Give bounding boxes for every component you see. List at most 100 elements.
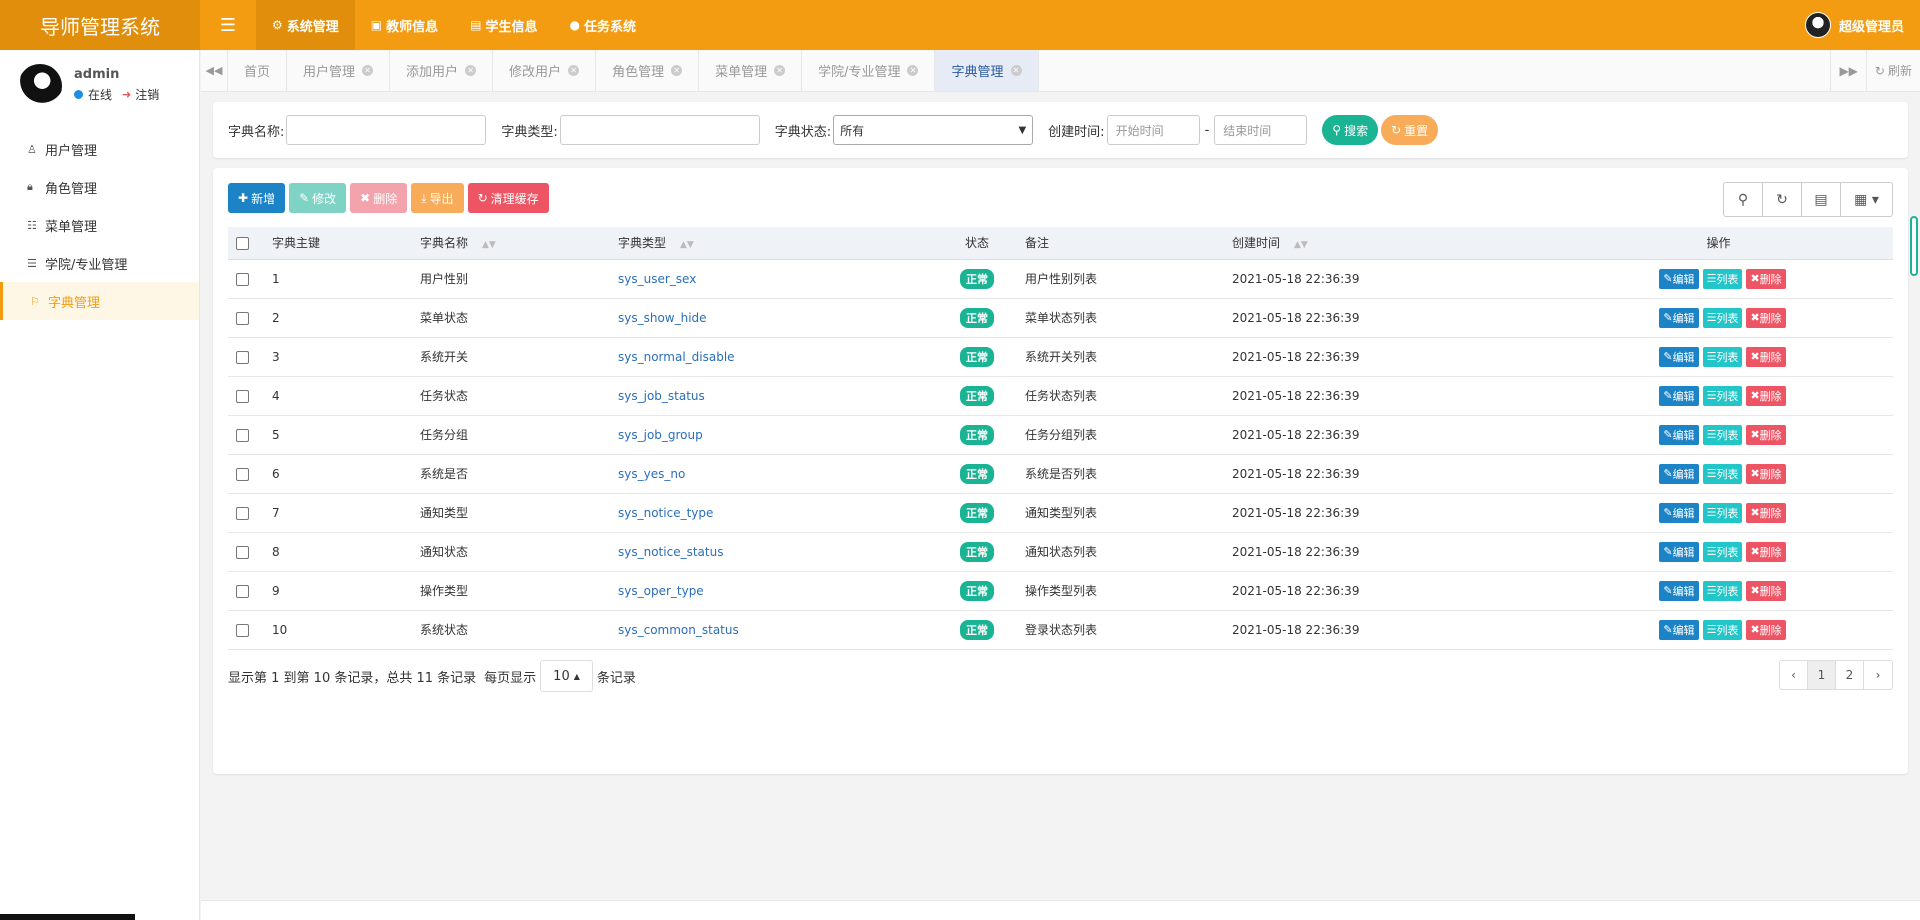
cell-type-link[interactable]: sys_yes_no bbox=[610, 454, 937, 493]
table-row[interactable]: 3 系统开关 sys_normal_disable 正常 系统开关列表 2021-05-1… bbox=[228, 337, 1893, 376]
tab-edit-user[interactable]: 修改用户 ✕ bbox=[493, 50, 597, 91]
row-edit-button[interactable]: ✎ 编辑 bbox=[1659, 580, 1699, 601]
row-delete-button[interactable]: ✖ 删除 bbox=[1746, 385, 1786, 406]
logout-icon[interactable]: ➜ bbox=[122, 88, 131, 101]
col-id[interactable]: 字典主键 bbox=[264, 227, 412, 260]
close-icon[interactable]: ✕ bbox=[362, 65, 374, 76]
row-list-button[interactable]: ☰ 列表 bbox=[1702, 619, 1743, 640]
col-create-time[interactable]: 创建时间 ▲▼ bbox=[1224, 227, 1544, 260]
tab-user-mgmt[interactable]: 用户管理 ✕ bbox=[287, 50, 391, 91]
table-row[interactable]: 1 用户性别 sys_user_sex 正常 用户性别列表 2021-05-18 22:3… bbox=[228, 259, 1893, 298]
scroll-indicator[interactable] bbox=[1910, 216, 1918, 276]
close-icon[interactable]: ✕ bbox=[568, 65, 580, 76]
row-checkbox[interactable] bbox=[236, 584, 249, 598]
row-list-button[interactable]: ☰ 列表 bbox=[1702, 424, 1743, 445]
row-checkbox[interactable] bbox=[236, 545, 249, 559]
top-user-menu[interactable]: 超级管理员 bbox=[1804, 12, 1920, 38]
table-row[interactable]: 10 系统状态 sys_common_status 正常 登录状态列表 2021-05-1… bbox=[228, 610, 1893, 649]
tab-dict-mgmt[interactable]: 字典管理 ✕ bbox=[935, 50, 1039, 91]
cell-type-link[interactable]: sys_job_status bbox=[610, 376, 937, 415]
row-checkbox[interactable] bbox=[236, 506, 249, 520]
refresh-button[interactable]: ↻ 刷新 bbox=[1865, 50, 1920, 91]
row-list-button[interactable]: ☰ 列表 bbox=[1702, 307, 1743, 328]
table-row[interactable]: 8 通知状态 sys_notice_status 正常 通知状态列表 2021-05-18… bbox=[228, 532, 1893, 571]
delete-button[interactable]: ✖ 删除 bbox=[350, 183, 408, 213]
page-2[interactable]: 2 bbox=[1836, 661, 1864, 689]
row-list-button[interactable]: ☰ 列表 bbox=[1702, 541, 1743, 562]
sidebar-item-menus[interactable]: ☷ 菜单管理 bbox=[0, 206, 199, 244]
end-time-input[interactable]: 结束时间 bbox=[1214, 115, 1308, 145]
close-icon[interactable]: ✕ bbox=[907, 65, 919, 76]
row-list-button[interactable]: ☰ 列表 bbox=[1702, 268, 1743, 289]
cell-type-link[interactable]: sys_oper_type bbox=[610, 571, 937, 610]
col-name[interactable]: 字典名称 ▲▼ bbox=[412, 227, 610, 260]
export-button[interactable]: ⤓ 导出 bbox=[411, 183, 464, 213]
row-edit-button[interactable]: ✎ 编辑 bbox=[1659, 463, 1699, 484]
add-button[interactable]: ✚ 新增 bbox=[228, 183, 286, 213]
menu-toggle-icon[interactable]: ☰ bbox=[200, 0, 256, 50]
page-next[interactable]: › bbox=[1864, 661, 1892, 689]
edit-button[interactable]: ✎ 修改 bbox=[289, 183, 347, 213]
row-edit-button[interactable]: ✎ 编辑 bbox=[1659, 385, 1699, 406]
row-delete-button[interactable]: ✖ 删除 bbox=[1746, 424, 1786, 445]
dict-name-input[interactable] bbox=[286, 115, 487, 145]
row-edit-button[interactable]: ✎ 编辑 bbox=[1659, 619, 1699, 640]
sidebar-item-colleges[interactable]: ☰ 学院/专业管理 bbox=[0, 244, 199, 282]
row-checkbox[interactable] bbox=[236, 623, 249, 637]
close-icon[interactable]: ✕ bbox=[774, 65, 786, 76]
cell-type-link[interactable]: sys_user_sex bbox=[610, 259, 937, 298]
row-edit-button[interactable]: ✎ 编辑 bbox=[1659, 346, 1699, 367]
row-edit-button[interactable]: ✎ 编辑 bbox=[1659, 268, 1699, 289]
close-icon[interactable]: ✕ bbox=[671, 65, 683, 76]
dict-status-select[interactable]: 所有 ▼ bbox=[833, 115, 1034, 145]
cell-type-link[interactable]: sys_show_hide bbox=[610, 298, 937, 337]
refresh-icon[interactable]: ↻ bbox=[1763, 183, 1802, 216]
page-size-dropdown[interactable]: 10 ▲ bbox=[540, 660, 593, 692]
row-delete-button[interactable]: ✖ 删除 bbox=[1746, 580, 1786, 601]
row-list-button[interactable]: ☰ 列表 bbox=[1702, 463, 1743, 484]
clear-cache-button[interactable]: ↻ 清理缓存 bbox=[467, 183, 549, 213]
close-icon[interactable]: ✕ bbox=[465, 65, 477, 76]
dict-type-input[interactable] bbox=[559, 115, 760, 145]
row-delete-button[interactable]: ✖ 删除 bbox=[1746, 502, 1786, 523]
page-1[interactable]: 1 bbox=[1808, 661, 1836, 689]
table-row[interactable]: 5 任务分组 sys_job_group 正常 任务分组列表 2021-05-18 22:… bbox=[228, 415, 1893, 454]
tab-scroll-left-icon[interactable]: ◀◀ bbox=[201, 50, 228, 91]
row-checkbox[interactable] bbox=[236, 389, 249, 403]
sidebar-item-roles[interactable]: 🔒︎ 角色管理 bbox=[0, 168, 199, 206]
table-row[interactable]: 9 操作类型 sys_oper_type 正常 操作类型列表 2021-05-18 22:… bbox=[228, 571, 1893, 610]
reset-button[interactable]: ↻ 重置 bbox=[1381, 115, 1439, 145]
select-all-checkbox[interactable] bbox=[236, 236, 249, 250]
row-delete-button[interactable]: ✖ 删除 bbox=[1746, 307, 1786, 328]
tab-college-mgmt[interactable]: 学院/专业管理 ✕ bbox=[802, 50, 936, 91]
tab-scroll-right-icon[interactable]: ▶▶ bbox=[1830, 50, 1865, 91]
row-edit-button[interactable]: ✎ 编辑 bbox=[1659, 307, 1699, 328]
tab-role-mgmt[interactable]: 角色管理 ✕ bbox=[596, 50, 700, 91]
row-delete-button[interactable]: ✖ 删除 bbox=[1746, 541, 1786, 562]
row-edit-button[interactable]: ✎ 编辑 bbox=[1659, 502, 1699, 523]
row-checkbox[interactable] bbox=[236, 272, 249, 286]
logout-link[interactable]: 注销 bbox=[135, 86, 159, 103]
sidebar-item-users[interactable]: ♙ 用户管理 bbox=[0, 130, 199, 168]
row-list-button[interactable]: ☰ 列表 bbox=[1702, 502, 1743, 523]
row-checkbox[interactable] bbox=[236, 467, 249, 481]
row-edit-button[interactable]: ✎ 编辑 bbox=[1659, 541, 1699, 562]
row-list-button[interactable]: ☰ 列表 bbox=[1702, 346, 1743, 367]
table-row[interactable]: 4 任务状态 sys_job_status 正常 任务状态列表 2021-05-18 22… bbox=[228, 376, 1893, 415]
row-checkbox[interactable] bbox=[236, 428, 249, 442]
row-delete-button[interactable]: ✖ 删除 bbox=[1746, 346, 1786, 367]
cell-type-link[interactable]: sys_common_status bbox=[610, 610, 937, 649]
topnav-system[interactable]: ⚙ 系统管理 bbox=[256, 0, 355, 50]
table-row[interactable]: 2 菜单状态 sys_show_hide 正常 菜单状态列表 2021-05-18 22:… bbox=[228, 298, 1893, 337]
cell-type-link[interactable]: sys_job_group bbox=[610, 415, 937, 454]
row-list-button[interactable]: ☰ 列表 bbox=[1702, 385, 1743, 406]
page-prev[interactable]: ‹ bbox=[1780, 661, 1808, 689]
search-icon[interactable]: ⚲ bbox=[1724, 183, 1763, 216]
table-row[interactable]: 6 系统是否 sys_yes_no 正常 系统是否列表 2021-05-18 22:36:… bbox=[228, 454, 1893, 493]
row-checkbox[interactable] bbox=[236, 311, 249, 325]
tab-menu-mgmt[interactable]: 菜单管理 ✕ bbox=[699, 50, 803, 91]
tab-add-user[interactable]: 添加用户 ✕ bbox=[390, 50, 494, 91]
topnav-teacher[interactable]: ▣ 教师信息 bbox=[355, 0, 454, 50]
sidebar-item-dict[interactable]: ⚐ 字典管理 bbox=[0, 282, 199, 320]
start-time-input[interactable]: 开始时间 bbox=[1106, 115, 1200, 145]
